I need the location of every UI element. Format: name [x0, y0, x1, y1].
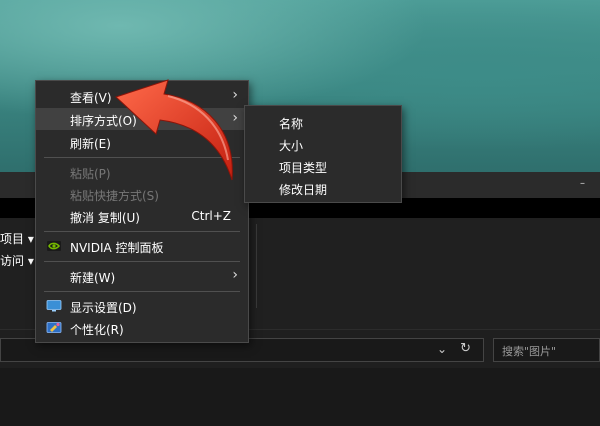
chevron-down-icon[interactable]: ⌄: [437, 342, 447, 356]
menu-item-label: 新建(W): [70, 271, 116, 285]
ribbon-item-access[interactable]: 访问 ▾: [0, 252, 34, 269]
ribbon-divider: [256, 224, 257, 308]
submenu-item-date-modified[interactable]: 修改日期: [279, 181, 327, 198]
submenu-item-item-type[interactable]: 项目类型: [279, 159, 327, 176]
nvidia-icon: [46, 239, 62, 253]
menu-item-display-settings[interactable]: 显示设置(D): [36, 295, 248, 317]
menu-item-paste-shortcut: 粘贴快捷方式(S): [36, 183, 248, 205]
menu-item-paste: 粘贴(P): [36, 161, 248, 183]
menu-item-sort-by[interactable]: 排序方式(O) ›: [36, 108, 248, 130]
search-input[interactable]: 搜索"图片": [493, 338, 600, 362]
menu-item-label: 刷新(E): [70, 137, 111, 151]
chevron-right-icon: ›: [232, 267, 238, 283]
menu-item-refresh[interactable]: 刷新(E): [36, 131, 248, 153]
menu-item-label: 撤消 复制(U): [70, 211, 140, 225]
menu-separator: [44, 231, 240, 232]
menu-item-label: 查看(V): [70, 91, 112, 105]
chevron-right-icon: ›: [232, 110, 238, 126]
menu-item-shortcut: Ctrl+Z: [191, 209, 231, 223]
menu-separator: [44, 291, 240, 292]
sort-by-submenu: 名称 大小 项目类型 修改日期: [244, 105, 402, 203]
menu-item-view[interactable]: 查看(V) ›: [36, 85, 248, 107]
menu-item-label: 排序方式(O): [70, 114, 137, 128]
submenu-item-size[interactable]: 大小: [279, 137, 303, 154]
menu-item-undo-copy[interactable]: 撤消 复制(U) Ctrl+Z: [36, 205, 248, 227]
menu-item-nvidia-control-panel[interactable]: NVIDIA 控制面板: [36, 235, 248, 257]
menu-separator: [44, 157, 240, 158]
menu-item-label: 显示设置(D): [70, 301, 137, 315]
menu-item-label: 粘贴快捷方式(S): [70, 189, 159, 203]
menu-separator: [44, 261, 240, 262]
chevron-right-icon: ›: [232, 87, 238, 103]
desktop-context-menu: 查看(V) › 排序方式(O) › 刷新(E) 粘贴(P) 粘贴快捷方式(S) …: [35, 80, 249, 343]
minimize-button[interactable]: –: [580, 178, 585, 189]
display-settings-icon: [46, 299, 62, 313]
menu-item-label: 个性化(R): [70, 323, 124, 337]
menu-item-personalize[interactable]: 个性化(R): [36, 317, 248, 339]
explorer-content-area: [0, 368, 600, 426]
ribbon-item-project[interactable]: 项目 ▾: [0, 230, 34, 247]
menu-item-label: 粘贴(P): [70, 167, 111, 181]
personalize-icon: [46, 321, 62, 335]
menu-item-label: NVIDIA 控制面板: [70, 241, 164, 255]
menu-item-new[interactable]: 新建(W) ›: [36, 265, 248, 287]
submenu-item-name[interactable]: 名称: [279, 115, 303, 132]
refresh-icon[interactable]: ↻: [460, 341, 471, 356]
